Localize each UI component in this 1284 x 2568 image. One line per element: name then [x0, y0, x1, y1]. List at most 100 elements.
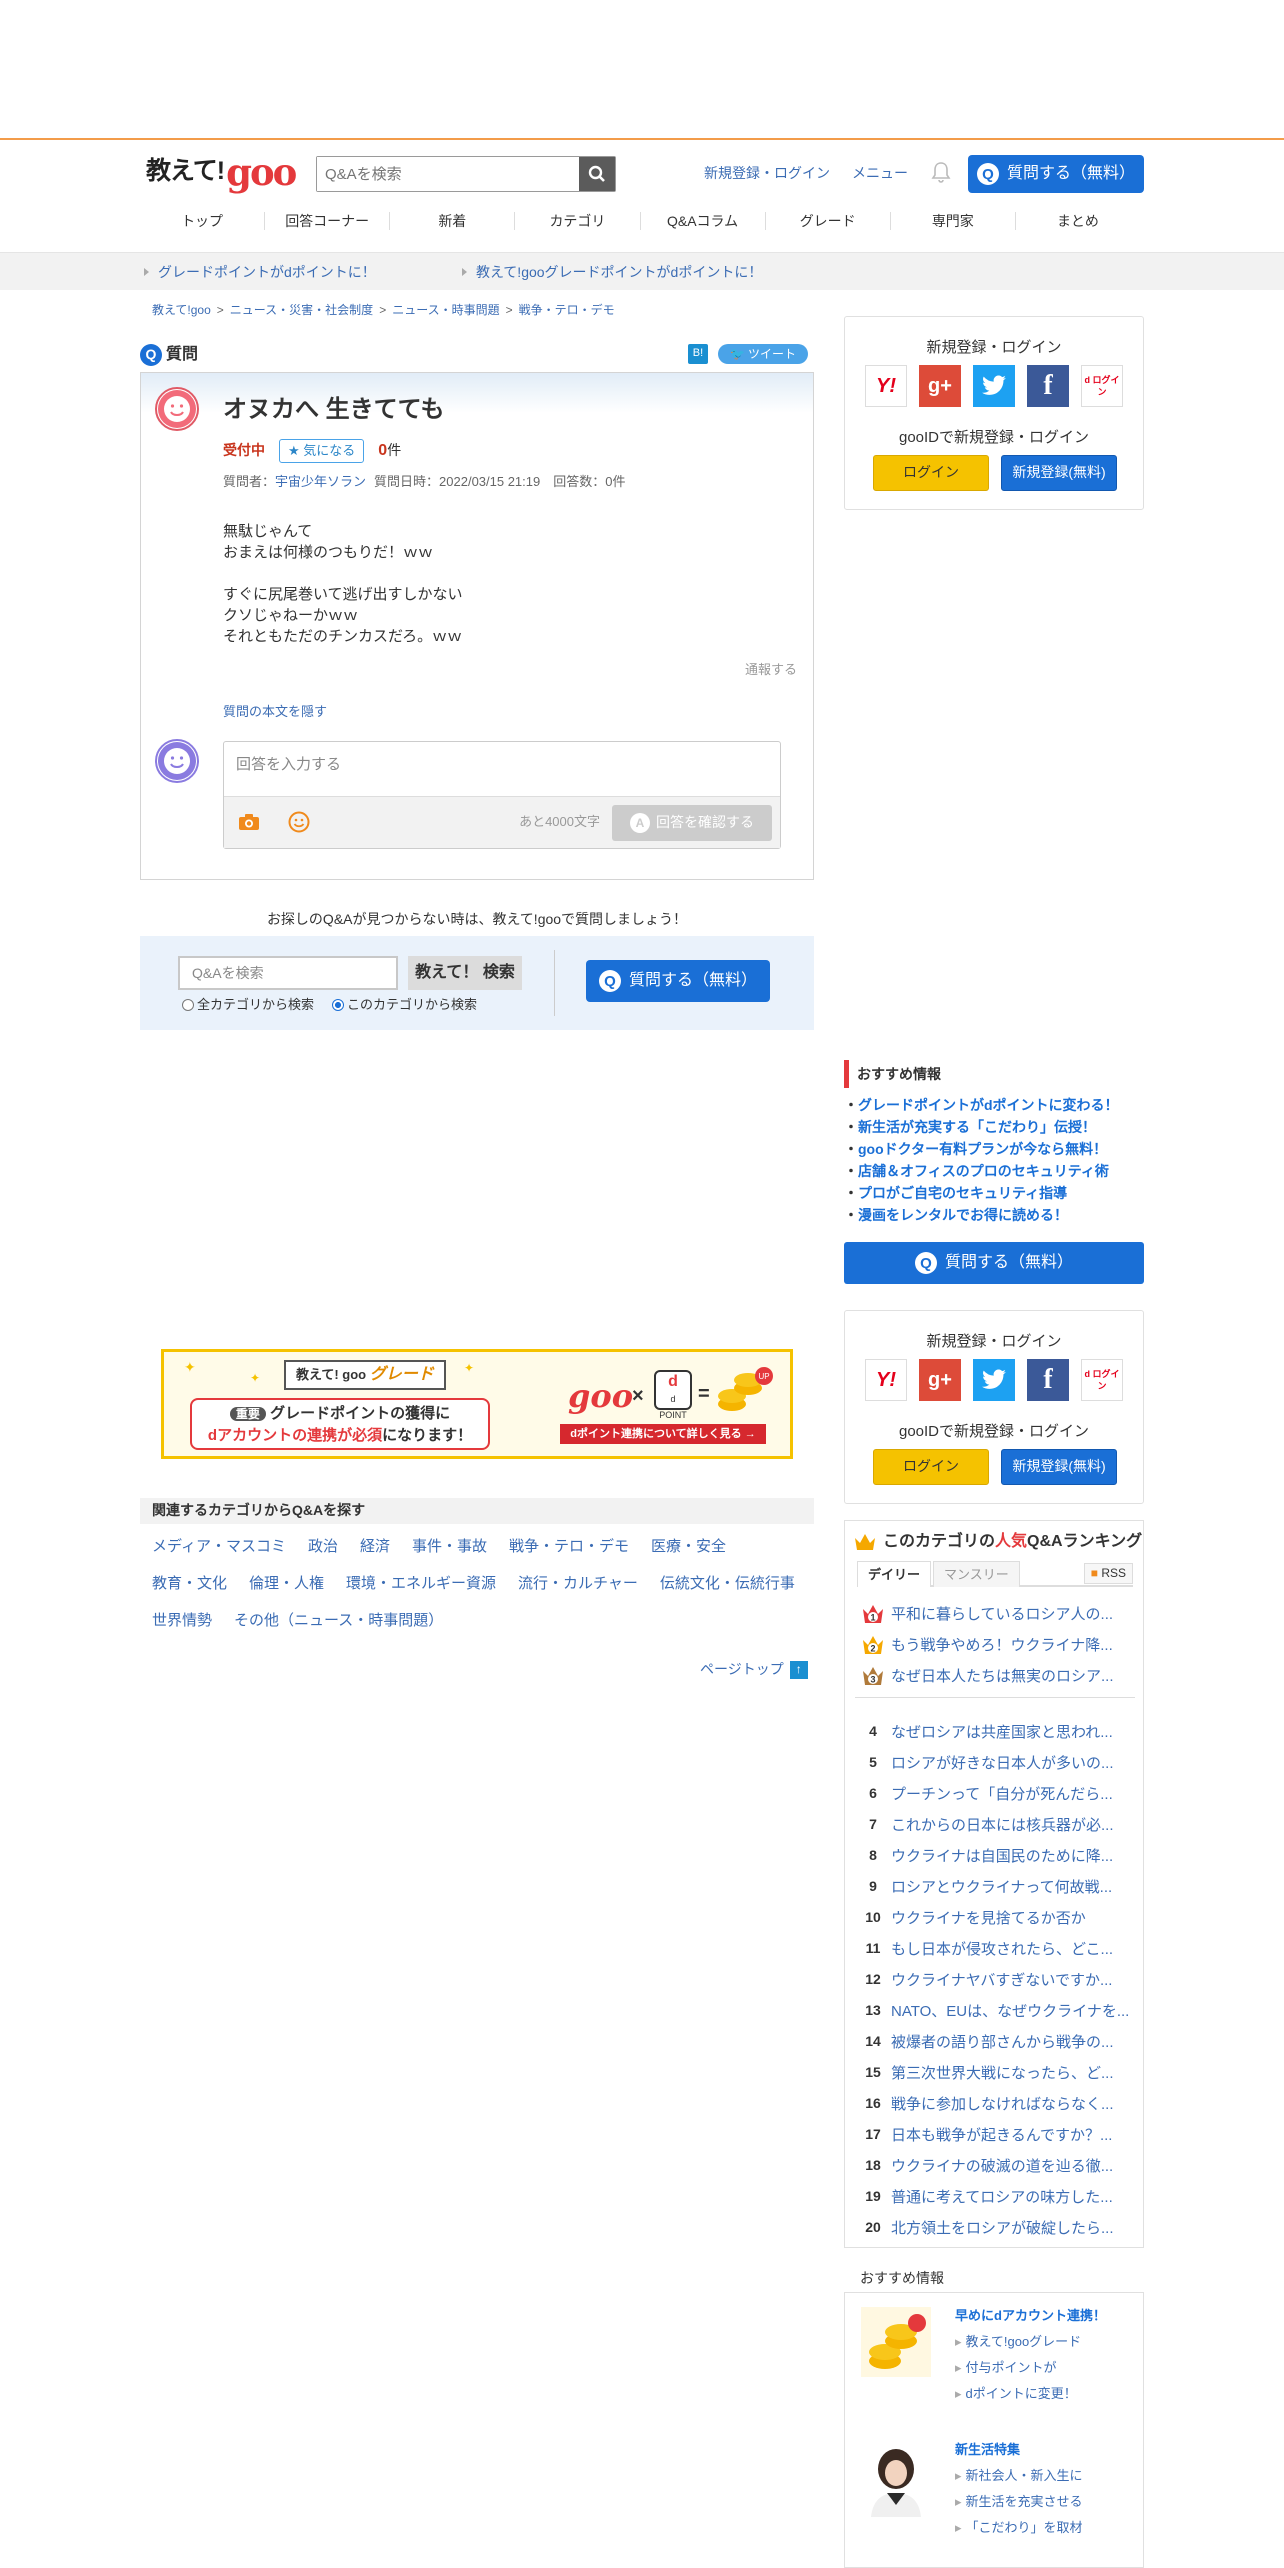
yahoo-login-icon[interactable]: Y!	[865, 1359, 907, 1401]
category-link[interactable]: メディア・マスコミ	[152, 1536, 286, 1557]
radio-all-categories[interactable]: 全カテゴリから検索	[182, 996, 314, 1014]
ranking-title-link[interactable]: プーチンって「自分が死んだら...	[891, 1784, 1113, 1805]
category-link[interactable]: 世界情勢	[152, 1610, 212, 1631]
ranking-item[interactable]: 14 被爆者の語り部さんから戦争の...	[855, 2027, 1135, 2057]
search-button[interactable]	[579, 157, 615, 191]
ranking-title-link[interactable]: 普通に考えてロシアの味方した...	[891, 2187, 1113, 2208]
ranking-item[interactable]: 19 普通に考えてロシアの味方した...	[855, 2182, 1135, 2212]
category-link[interactable]: 倫理・人権	[249, 1573, 324, 1594]
nav-matome[interactable]: まとめ	[1014, 212, 1140, 230]
login-button[interactable]: ログイン	[873, 1449, 989, 1485]
ranking-title-link[interactable]: これからの日本には核兵器が必...	[891, 1815, 1114, 1836]
bottom-ask-button[interactable]: Q 質問する（無料）	[586, 960, 770, 1002]
asker-name-link[interactable]: 宇宙少年ソラン	[275, 474, 366, 489]
reco-link[interactable]: gooドクター有料プランが今なら無料！	[844, 1138, 1144, 1160]
reco-link[interactable]: プロがご自宅のセキュリティ指導	[844, 1182, 1144, 1204]
ranking-item[interactable]: 18 ウクライナの破滅の道を辿る徹...	[855, 2151, 1135, 2181]
reco-link[interactable]: グレードポイントがdポイントに変わる！	[844, 1094, 1144, 1116]
category-link[interactable]: 医療・安全	[651, 1536, 726, 1557]
ranking-title-link[interactable]: ウクライナは自国民のために降...	[891, 1846, 1113, 1867]
breadcrumb-item[interactable]: 戦争・テロ・デモ	[519, 302, 615, 319]
nav-new[interactable]: 新着	[389, 212, 514, 230]
category-link[interactable]: その他（ニュース・時事問題）	[234, 1610, 443, 1631]
ranking-title-link[interactable]: 北方領土をロシアが破綻したら...	[891, 2218, 1114, 2239]
ranking-title-link[interactable]: なぜ日本人たちは無実のロシア...	[891, 1666, 1114, 1687]
rss-link[interactable]: ■ RSS	[1083, 1563, 1133, 1584]
google-login-icon[interactable]: g+	[919, 365, 961, 407]
asker-avatar[interactable]	[155, 387, 199, 431]
signup-button[interactable]: 新規登録(無料)	[1001, 1449, 1117, 1485]
ranking-item[interactable]: 12 ウクライナヤバすぎないですか...	[855, 1965, 1135, 1995]
emoji-icon[interactable]	[288, 811, 310, 833]
hatena-bookmark-button[interactable]: B!	[688, 344, 708, 364]
ranking-item[interactable]: 17 日本も戦争が起きるんですか？...	[855, 2120, 1135, 2150]
google-login-icon[interactable]: g+	[919, 1359, 961, 1401]
ranking-item[interactable]: 3 なぜ日本人たちは無実のロシア...	[855, 1661, 1135, 1691]
ranking-item[interactable]: 7 これからの日本には核兵器が必...	[855, 1810, 1135, 1840]
camera-icon[interactable]	[238, 813, 260, 831]
bell-icon[interactable]	[930, 160, 952, 184]
ranking-title-link[interactable]: 被爆者の語り部さんから戦争の...	[891, 2032, 1114, 2053]
reco-link[interactable]: 店舗＆オフィスのプロのセキュリティ術	[844, 1160, 1144, 1182]
twitter-login-icon[interactable]	[973, 365, 1015, 407]
ranking-item[interactable]: 15 第三次世界大戦になったら、ど...	[855, 2058, 1135, 2088]
ranking-title-link[interactable]: 日本も戦争が起きるんですか？...	[891, 2125, 1112, 2146]
ranking-title-link[interactable]: なぜロシアは共産国家と思われ...	[891, 1722, 1113, 1743]
nav-top[interactable]: トップ	[140, 212, 264, 230]
yahoo-login-icon[interactable]: Y!	[865, 365, 907, 407]
radio-this-category[interactable]: このカテゴリから検索	[332, 996, 477, 1014]
ranking-title-link[interactable]: ウクライナの破滅の道を辿る徹...	[891, 2156, 1113, 2177]
category-link[interactable]: 政治	[308, 1536, 338, 1557]
signup-button[interactable]: 新規登録(無料)	[1001, 455, 1117, 491]
ranking-title-link[interactable]: 戦争に参加しなければならなく...	[891, 2094, 1114, 2115]
grade-dpoint-banner[interactable]: 教えて! goo グレード ✦ ✦ ✦ 重要 グレードポイントの獲得に dアカウ…	[161, 1349, 793, 1459]
ranking-item[interactable]: 1 平和に暮らしているロシア人の...	[855, 1599, 1135, 1629]
twitter-login-icon[interactable]	[973, 1359, 1015, 1401]
ranking-title-link[interactable]: ロシアが好きな日本人が多いの...	[891, 1753, 1114, 1774]
login-button[interactable]: ログイン	[873, 455, 989, 491]
category-link[interactable]: 環境・エネルギー資源	[346, 1573, 496, 1594]
breadcrumb-item[interactable]: ニュース・災害・社会制度	[230, 302, 373, 319]
facebook-login-icon[interactable]: f	[1027, 1359, 1069, 1401]
tab-daily[interactable]: デイリー	[857, 1561, 932, 1587]
ask-question-button[interactable]: Q 質問する（無料）	[968, 155, 1144, 193]
promo-dpoint[interactable]: 早めにdアカウント連携！ 教えて!gooグレード 付与ポイントが dポイントに変…	[861, 2307, 1131, 2427]
nav-category[interactable]: カテゴリ	[514, 212, 639, 230]
ranking-title-link[interactable]: ロシアとウクライナって何故戦...	[891, 1877, 1112, 1898]
nav-grade[interactable]: グレード	[764, 212, 890, 230]
sidebar-ask-button[interactable]: Q 質問する（無料）	[844, 1242, 1144, 1284]
ranking-item[interactable]: 2 もう戦争やめろ！ウクライナ降...	[855, 1630, 1135, 1660]
ranking-item[interactable]: 20 北方領土をロシアが破綻したら...	[855, 2213, 1135, 2243]
ranking-title-link[interactable]: 平和に暮らしているロシア人の...	[891, 1604, 1113, 1625]
notice-link-1[interactable]: グレードポイントがdポイントに！	[144, 263, 376, 283]
tweet-button[interactable]: 🐦 ツイート	[718, 344, 808, 364]
nav-column[interactable]: Q&Aコラム	[639, 212, 765, 230]
category-link[interactable]: 戦争・テロ・デモ	[509, 1536, 629, 1557]
nav-answer-corner[interactable]: 回答コーナー	[264, 212, 389, 230]
ranking-item[interactable]: 10 ウクライナを見捨てるか否か	[855, 1903, 1135, 1933]
confirm-answer-button[interactable]: A 回答を確認する	[612, 805, 772, 841]
ranking-item[interactable]: 8 ウクライナは自国民のために降...	[855, 1841, 1135, 1871]
page-top-link[interactable]: ページトップ ↑	[700, 1660, 808, 1680]
search-input[interactable]	[317, 157, 579, 191]
site-logo[interactable]: 教えて! goo	[146, 154, 297, 191]
report-link[interactable]: 通報する	[745, 661, 797, 679]
docomo-login-icon[interactable]: d ログイン	[1081, 1359, 1123, 1401]
ranking-item[interactable]: 13 NATO、EUは、なぜウクライナを...	[855, 1996, 1135, 2026]
tab-monthly[interactable]: マンスリー	[933, 1561, 1020, 1587]
login-link[interactable]: 新規登録・ログイン	[704, 164, 830, 184]
category-link[interactable]: 教育・文化	[152, 1573, 227, 1594]
ranking-title-link[interactable]: もし日本が侵攻されたら、どこ...	[891, 1939, 1113, 1960]
menu-link[interactable]: メニュー	[852, 164, 908, 184]
category-link[interactable]: 経済	[360, 1536, 390, 1557]
favorite-button[interactable]: ★ 気になる	[279, 439, 365, 464]
bottom-search-input[interactable]: Q&Aを検索	[178, 956, 398, 990]
bottom-search-button[interactable]: 教えて！ 検索	[408, 956, 522, 990]
ranking-title-link[interactable]: NATO、EUは、なぜウクライナを...	[891, 2001, 1129, 2022]
category-link[interactable]: 事件・事故	[412, 1536, 487, 1557]
ranking-item[interactable]: 6 プーチンって「自分が死んだら...	[855, 1779, 1135, 1809]
ranking-item[interactable]: 4 なぜロシアは共産国家と思われ...	[855, 1717, 1135, 1747]
breadcrumb-item[interactable]: ニュース・時事問題	[392, 302, 499, 319]
category-link[interactable]: 流行・カルチャー	[518, 1573, 638, 1594]
category-link[interactable]: 伝統文化・伝統行事	[660, 1573, 795, 1594]
